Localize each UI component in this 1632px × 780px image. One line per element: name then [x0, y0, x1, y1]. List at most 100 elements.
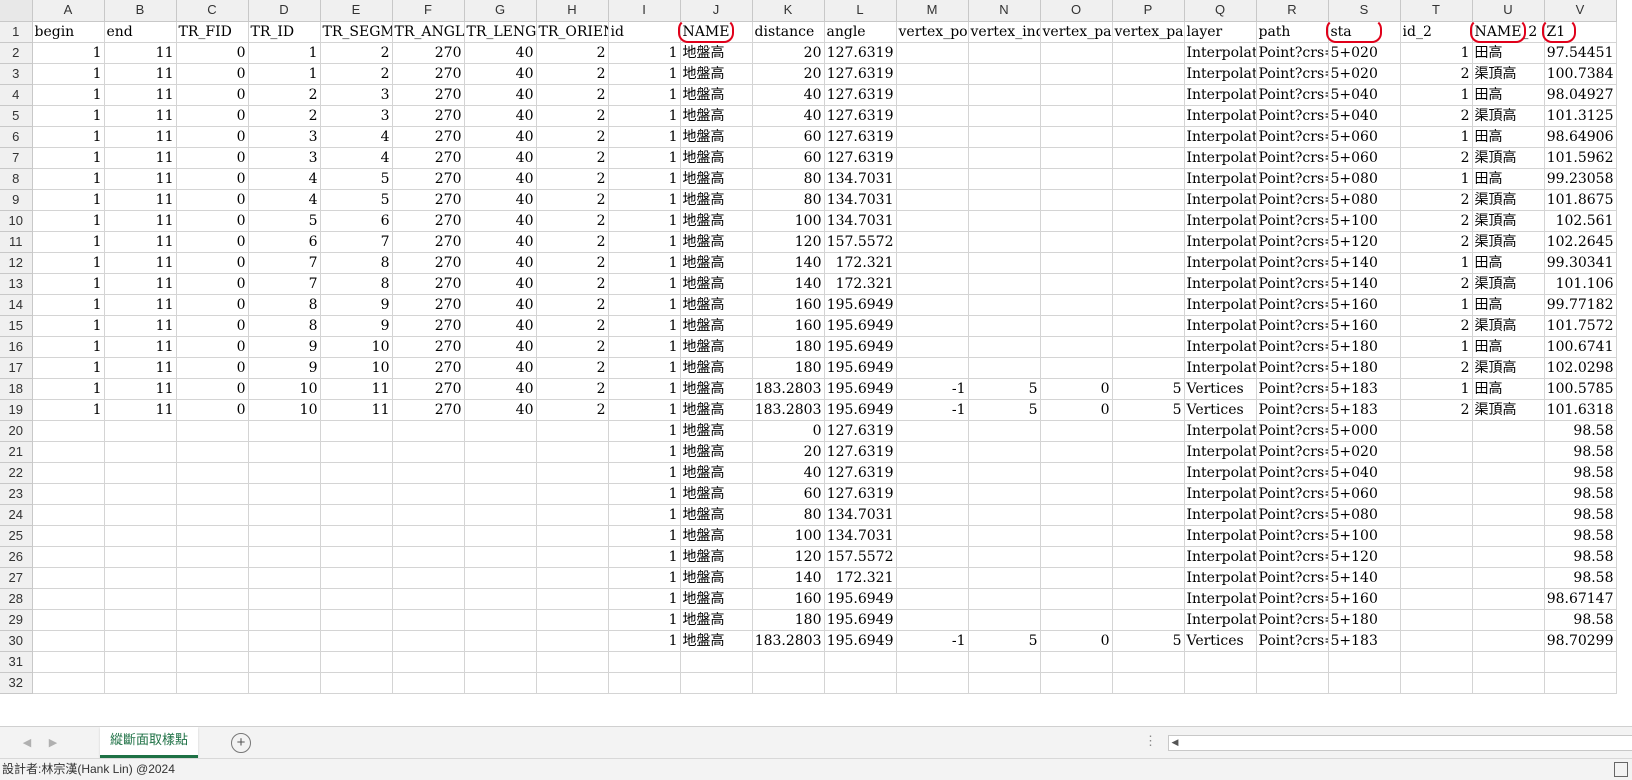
cell-F[interactable]: 270 — [392, 399, 465, 421]
row-header[interactable]: 23 — [0, 483, 33, 505]
cell-L[interactable]: 195.6949 — [824, 315, 897, 337]
cell-D[interactable]: 7 — [248, 273, 321, 295]
cell-R[interactable]: Point?crs=I — [1256, 525, 1329, 547]
cell-J[interactable]: 地盤高 — [680, 273, 753, 295]
cell-O[interactable] — [1040, 420, 1113, 442]
cell-S[interactable]: 5+183 — [1328, 378, 1401, 400]
cell-B[interactable] — [104, 483, 177, 505]
cell-O[interactable] — [1040, 672, 1113, 694]
cell-J[interactable]: 地盤高 — [680, 105, 753, 127]
cell-S[interactable]: 5+183 — [1328, 630, 1401, 652]
row-header[interactable]: 29 — [0, 609, 33, 631]
cell-P[interactable] — [1112, 273, 1185, 295]
cell-B[interactable] — [104, 441, 177, 463]
cell-E[interactable]: 10 — [320, 357, 393, 379]
cell-K[interactable]: 20 — [752, 63, 825, 85]
cell-P[interactable] — [1112, 210, 1185, 232]
cell-K[interactable]: 60 — [752, 147, 825, 169]
cell-N[interactable] — [968, 168, 1041, 190]
cell-G[interactable]: 40 — [464, 42, 537, 64]
sheet-tab-active[interactable]: 縱斷面取樣點 — [100, 727, 198, 758]
cell-A[interactable]: 1 — [32, 399, 105, 421]
cell-O[interactable] — [1040, 483, 1113, 505]
cell-B[interactable]: 11 — [104, 105, 177, 127]
cell-F[interactable]: 270 — [392, 168, 465, 190]
cell-A[interactable]: 1 — [32, 105, 105, 127]
row-header[interactable]: 21 — [0, 441, 33, 463]
cell-R[interactable]: Point?crs=I — [1256, 336, 1329, 358]
cell-M[interactable] — [896, 651, 969, 673]
cell-L[interactable]: 127.6319 — [824, 441, 897, 463]
cell-S[interactable]: 5+180 — [1328, 609, 1401, 631]
cell-T[interactable]: 2 — [1400, 273, 1473, 295]
row-header[interactable]: 15 — [0, 315, 33, 337]
cell-N[interactable] — [968, 273, 1041, 295]
cell-K[interactable]: 80 — [752, 168, 825, 190]
cell-H[interactable] — [536, 420, 609, 442]
cell-A[interactable]: 1 — [32, 273, 105, 295]
cell-N[interactable] — [968, 588, 1041, 610]
cell-T[interactable]: 1 — [1400, 336, 1473, 358]
cell-G[interactable]: 40 — [464, 399, 537, 421]
cell-N[interactable]: 5 — [968, 630, 1041, 652]
cell-K[interactable]: 20 — [752, 441, 825, 463]
cell-E[interactable] — [320, 672, 393, 694]
cell-R[interactable]: Point?crs=I — [1256, 84, 1329, 106]
cell-D[interactable]: 9 — [248, 357, 321, 379]
cell-Q[interactable]: Interpolate — [1184, 483, 1257, 505]
row-header[interactable]: 27 — [0, 567, 33, 589]
cell-O[interactable] — [1040, 294, 1113, 316]
cell-T[interactable]: 2 — [1400, 315, 1473, 337]
cell-H[interactable] — [536, 462, 609, 484]
header-cell-U[interactable]: NAME_2 — [1472, 21, 1545, 43]
cell-R[interactable]: Point?crs=I — [1256, 588, 1329, 610]
cell-E[interactable]: 10 — [320, 336, 393, 358]
cell-O[interactable] — [1040, 651, 1113, 673]
header-cell-K[interactable]: distance — [752, 21, 825, 43]
cell-O[interactable] — [1040, 357, 1113, 379]
cell-L[interactable]: 172.321 — [824, 273, 897, 295]
cell-S[interactable]: 5+120 — [1328, 546, 1401, 568]
cell-I[interactable]: 1 — [608, 609, 681, 631]
cell-G[interactable] — [464, 651, 537, 673]
cell-R[interactable]: Point?crs=I — [1256, 252, 1329, 274]
cell-L[interactable]: 127.6319 — [824, 147, 897, 169]
cell-A[interactable] — [32, 462, 105, 484]
cell-E[interactable] — [320, 588, 393, 610]
cell-Q[interactable]: Interpolate — [1184, 567, 1257, 589]
cell-D[interactable] — [248, 462, 321, 484]
cell-O[interactable] — [1040, 84, 1113, 106]
cell-F[interactable] — [392, 504, 465, 526]
column-header-O[interactable]: O — [1040, 0, 1113, 22]
cell-C[interactable]: 0 — [176, 126, 249, 148]
cell-G[interactable]: 40 — [464, 273, 537, 295]
cell-B[interactable]: 11 — [104, 336, 177, 358]
cell-P[interactable] — [1112, 609, 1185, 631]
cell-U[interactable] — [1472, 630, 1545, 652]
cell-E[interactable]: 11 — [320, 378, 393, 400]
cell-Q[interactable]: Interpolate — [1184, 504, 1257, 526]
cell-G[interactable] — [464, 567, 537, 589]
cell-I[interactable]: 1 — [608, 231, 681, 253]
cell-V[interactable]: 98.64906 — [1544, 126, 1617, 148]
cell-U[interactable] — [1472, 546, 1545, 568]
cell-U[interactable]: 田高 — [1472, 126, 1545, 148]
cell-C[interactable]: 0 — [176, 42, 249, 64]
column-header-S[interactable]: S — [1328, 0, 1401, 22]
column-header-B[interactable]: B — [104, 0, 177, 22]
cell-C[interactable]: 0 — [176, 252, 249, 274]
cell-H[interactable]: 2 — [536, 399, 609, 421]
cell-J[interactable] — [680, 651, 753, 673]
cell-L[interactable]: 157.5572 — [824, 546, 897, 568]
row-header[interactable]: 12 — [0, 252, 33, 274]
cell-E[interactable]: 3 — [320, 84, 393, 106]
cell-J[interactable]: 地盤高 — [680, 42, 753, 64]
cell-A[interactable]: 1 — [32, 294, 105, 316]
cell-Q[interactable]: Interpolate — [1184, 462, 1257, 484]
cell-H[interactable] — [536, 567, 609, 589]
cell-G[interactable]: 40 — [464, 252, 537, 274]
cell-H[interactable] — [536, 441, 609, 463]
cell-L[interactable]: 195.6949 — [824, 294, 897, 316]
cell-S[interactable]: 5+140 — [1328, 252, 1401, 274]
cell-Q[interactable]: Interpolate — [1184, 84, 1257, 106]
